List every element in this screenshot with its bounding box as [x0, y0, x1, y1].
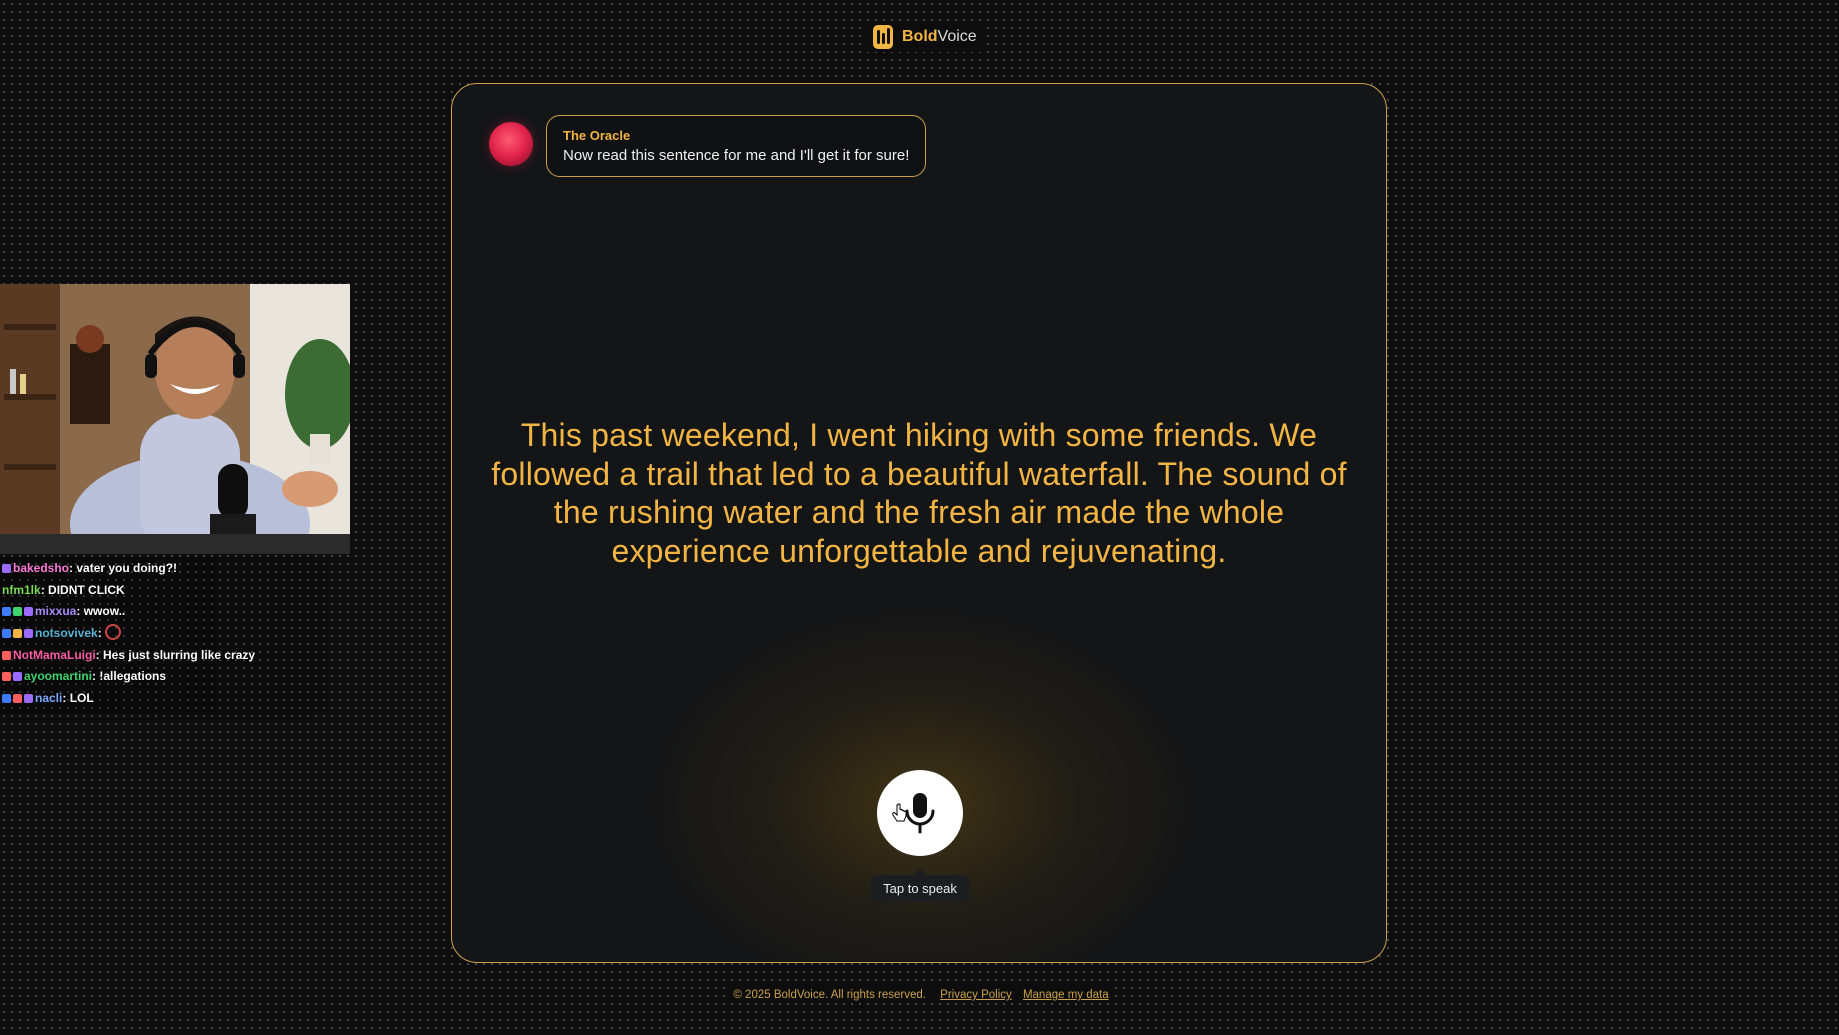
- footer: © 2025 BoldVoice. All rights reserved. P…: [0, 987, 1839, 1003]
- brand-logo[interactable]: BoldVoice: [866, 22, 983, 52]
- chat-badge-icon: [2, 629, 11, 639]
- practice-sentence: This past weekend, I went hiking with so…: [491, 417, 1347, 569]
- chat-badge-icon: [24, 629, 33, 639]
- manage-data-link[interactable]: Manage my data: [1023, 989, 1109, 1001]
- oracle-message-bubble: The Oracle Now read this sentence for me…: [546, 115, 927, 177]
- stream-chat: bakedsho: vater you doing?! nfm1lk: DIDN…: [0, 558, 350, 713]
- webcam-image: [0, 284, 350, 554]
- chat-badge-icon: [2, 564, 11, 573]
- boldvoice-logo-icon: [873, 25, 893, 49]
- chat-badge-icon: [13, 629, 22, 639]
- chat-message: NotMamaLuigi: Hes just slurring like cra…: [0, 645, 350, 667]
- chat-text: wwow..: [83, 604, 126, 619]
- privacy-policy-link[interactable]: Privacy Policy: [940, 989, 1012, 1001]
- chat-message: ayoomartini: !allegations: [0, 666, 350, 688]
- chat-message: bakedsho: vater you doing?!: [0, 558, 350, 580]
- exercise-card: The Oracle Now read this sentence for me…: [451, 83, 1387, 963]
- chat-username: mixxua: [35, 604, 77, 619]
- chat-username: bakedsho: [13, 561, 70, 575]
- chat-badge-icon: [2, 694, 11, 704]
- brand-name: BoldVoice: [902, 28, 977, 45]
- chat-text: LOL: [69, 691, 94, 706]
- chat-message: nacli: LOL: [0, 688, 350, 710]
- chat-badge-icon: [24, 694, 33, 704]
- microphone-icon: [905, 793, 935, 834]
- chat-username: NotMamaLuigi: [13, 647, 96, 662]
- chat-text: !allegations: [99, 669, 167, 684]
- chat-badge-icon: [2, 650, 11, 660]
- cursor-hand-icon: [892, 803, 907, 822]
- chat-badge-icon: [13, 672, 22, 682]
- oracle-avatar: [489, 122, 533, 166]
- chat-badge-icon: [13, 607, 22, 617]
- oracle-sender-name: The Oracle: [563, 128, 631, 143]
- footer-copyright: © 2025 BoldVoice. All rights reserved.: [730, 987, 929, 1003]
- tap-to-speak-tooltip: Tap to speak: [871, 869, 969, 902]
- chat-text: vater you doing?!: [76, 561, 178, 575]
- chat-message: nfm1lk: DIDNT CLICK: [2, 582, 125, 597]
- chat-badge-icon: [2, 672, 11, 682]
- chat-emote-icon: [105, 624, 122, 641]
- chat-username: nacli: [35, 691, 63, 706]
- webcam-overlay: [0, 284, 350, 554]
- chat-message: mixxua: wwow..: [0, 601, 350, 623]
- chat-badge-icon: [24, 607, 33, 617]
- chat-username: ayoomartini: [24, 669, 93, 684]
- chat-text: Hes just slurring like crazy: [103, 647, 256, 662]
- oracle-message-text: Now read this sentence for me and I'll g…: [563, 147, 910, 164]
- chat-badge-icon: [13, 694, 22, 704]
- microphone-button[interactable]: [877, 770, 963, 856]
- chat-username: nfm1lk: [2, 582, 41, 597]
- chat-username: notsovivek: [35, 626, 98, 641]
- chat-message: notsovivek:: [0, 623, 350, 645]
- chat-text: DIDNT CLICK: [48, 582, 125, 597]
- chat-badge-icon: [2, 607, 11, 617]
